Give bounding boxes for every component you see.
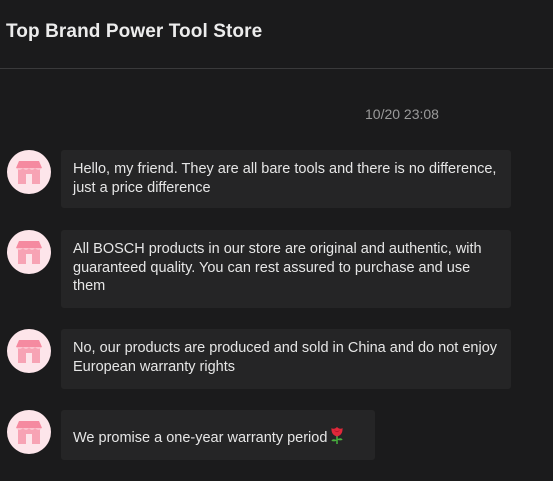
message-timestamp: 10/20 23:08 [365, 106, 439, 122]
chat-header: Top Brand Power Tool Store [0, 0, 553, 69]
shop-avatar-icon[interactable] [7, 230, 51, 274]
message-text: All BOSCH products in our store are orig… [73, 241, 482, 294]
message-bubble: No, our products are produced and sold i… [61, 329, 511, 389]
message-text: No, our products are produced and sold i… [73, 340, 498, 375]
rose-emoji-icon [329, 425, 345, 451]
message-text: Hello, my friend. They are all bare tool… [73, 161, 497, 196]
message-text: We promise a one-year warranty period [73, 430, 328, 446]
shop-avatar-icon[interactable] [7, 329, 51, 373]
shop-avatar-icon[interactable] [7, 150, 51, 194]
message-bubble: We promise a one-year warranty period [61, 410, 375, 460]
shop-avatar-icon[interactable] [7, 410, 51, 454]
store-title: Top Brand Power Tool Store [6, 21, 263, 42]
message-bubble: Hello, my friend. They are all bare tool… [61, 150, 511, 208]
message-bubble: All BOSCH products in our store are orig… [61, 230, 511, 308]
